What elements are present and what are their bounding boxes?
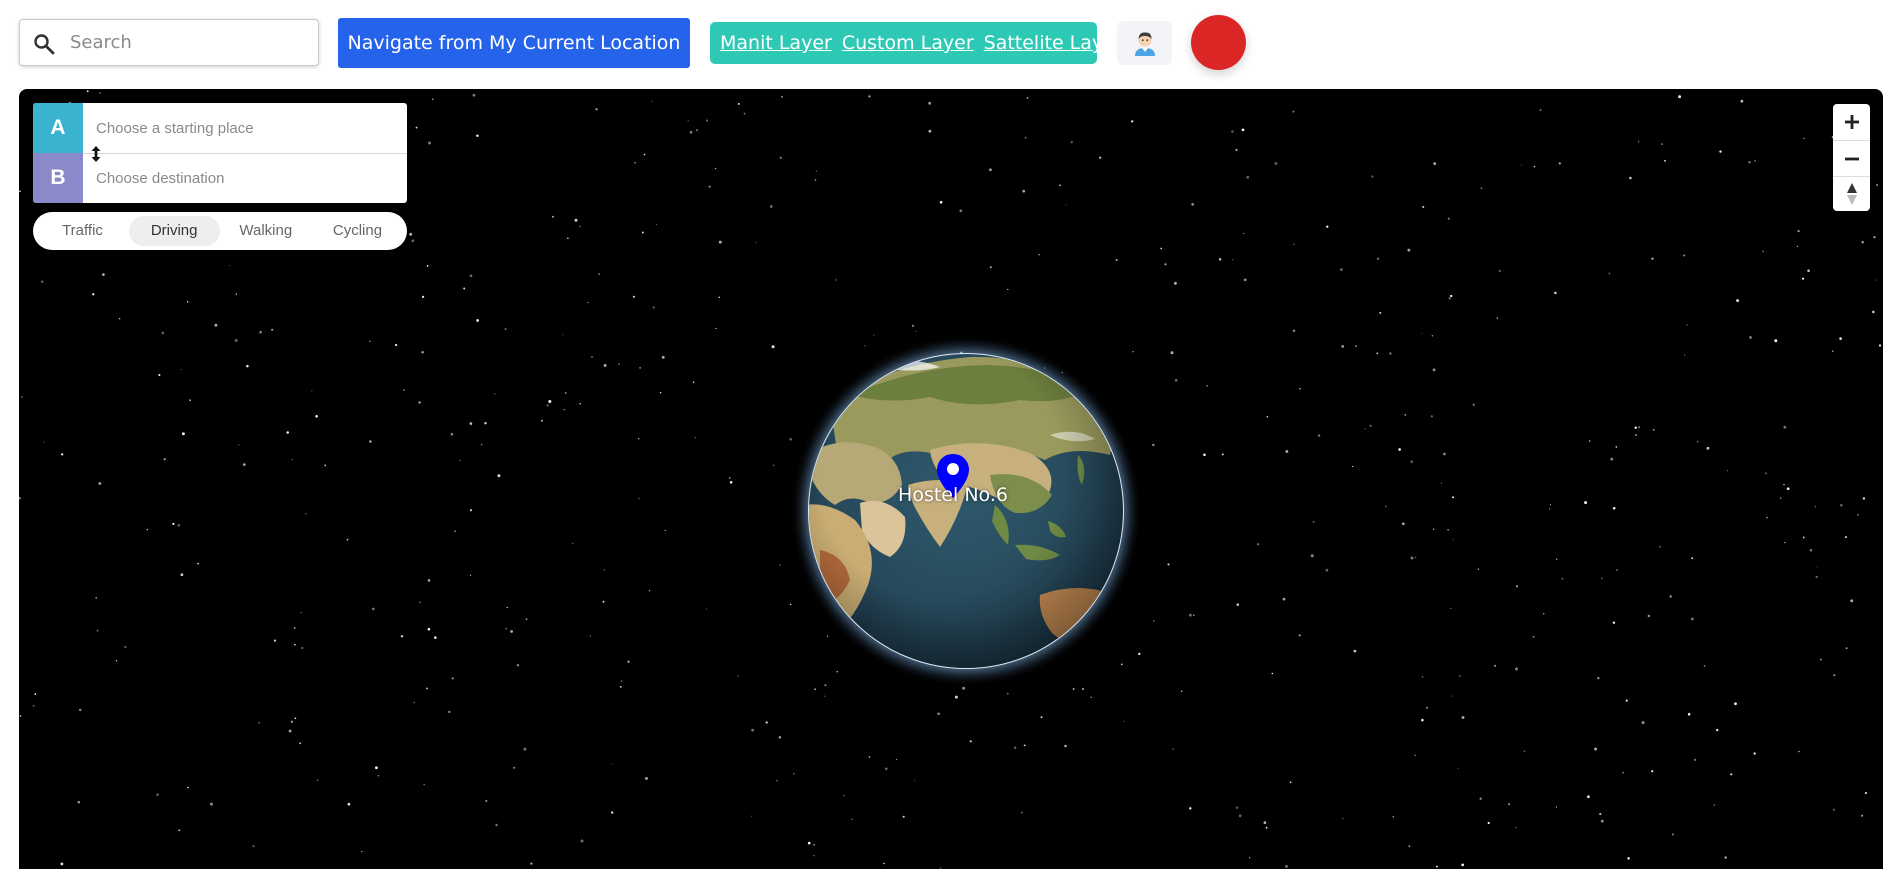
- manit-layer-link[interactable]: Manit Layer: [720, 32, 832, 54]
- earth-globe: [790, 335, 1142, 687]
- directions-panel: A B: [33, 103, 407, 203]
- search-input[interactable]: [70, 20, 310, 65]
- layer-switcher: Manit Layer Custom Layer Sattelite Layer: [710, 22, 1123, 64]
- routing-profile-selector: Traffic Driving Walking Cycling: [33, 212, 407, 250]
- reverse-route-icon[interactable]: [89, 145, 103, 163]
- profile-cycling[interactable]: Cycling: [312, 216, 403, 246]
- destination-badge: B: [33, 153, 83, 203]
- origin-badge: A: [33, 103, 83, 153]
- compass-icon: [1846, 183, 1857, 205]
- zoom-in-button[interactable]: [1833, 104, 1870, 140]
- zoom-out-button[interactable]: [1833, 140, 1870, 176]
- reset-bearing-button[interactable]: [1833, 176, 1870, 211]
- map-navigation-control: [1833, 104, 1870, 211]
- search-box[interactable]: [19, 19, 319, 66]
- user-avatar-icon: [1134, 32, 1155, 56]
- record-button[interactable]: [1191, 15, 1246, 70]
- profile-driving[interactable]: Driving: [128, 216, 220, 246]
- profile-walking[interactable]: Walking: [220, 216, 311, 246]
- marker-label: Hostel No.6: [898, 484, 1008, 506]
- origin-input[interactable]: [83, 103, 407, 153]
- satellite-layer-link[interactable]: Sattelite Layer: [984, 32, 1123, 54]
- custom-layer-link[interactable]: Custom Layer: [842, 32, 974, 54]
- profile-traffic[interactable]: Traffic: [37, 216, 128, 246]
- plus-icon: [1844, 115, 1859, 129]
- top-bar: Navigate from My Current Location Manit …: [0, 0, 1885, 88]
- minus-icon: [1844, 157, 1859, 160]
- navigate-from-current-location-button[interactable]: Navigate from My Current Location: [338, 18, 690, 68]
- destination-input[interactable]: [83, 153, 407, 203]
- profile-button[interactable]: [1117, 21, 1172, 65]
- search-icon: [34, 34, 55, 55]
